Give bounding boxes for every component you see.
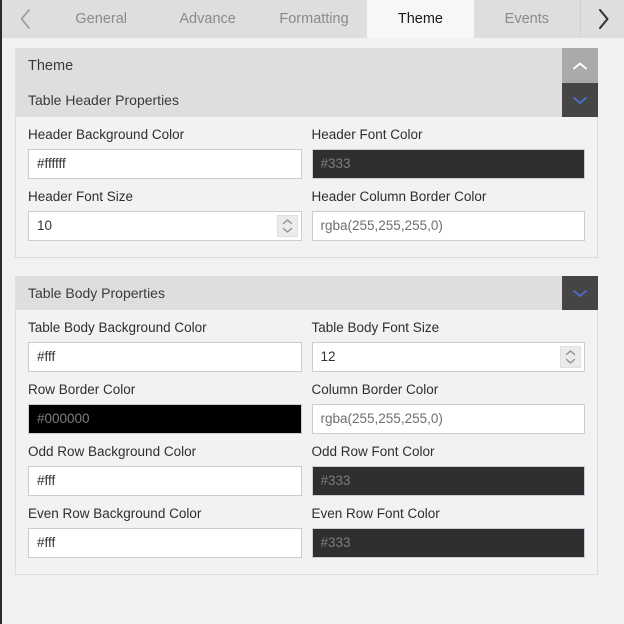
group-title: Table Body Properties	[28, 285, 165, 301]
field-label: Odd Row Font Color	[311, 443, 435, 459]
group-header[interactable]: Table Header Properties	[15, 83, 598, 117]
field-header-background-color: Header Background Color	[28, 127, 302, 179]
field-even-row-background-color: Even Row Background Color	[28, 506, 302, 558]
theme-settings-panel: General Advance Formatting Theme Events	[0, 0, 624, 624]
tab-formatting[interactable]: Formatting	[260, 0, 368, 38]
table-body-font-size-stepper[interactable]	[560, 345, 581, 368]
field-label: Even Row Font Color	[311, 505, 440, 521]
even-row-background-color-input[interactable]	[28, 527, 302, 558]
group-body: Header Background Color Header Font Colo…	[16, 117, 597, 257]
field-label: Header Background Color	[28, 127, 185, 142]
header-font-color-input[interactable]	[311, 148, 585, 179]
input-wrap	[311, 341, 585, 372]
tab-general[interactable]: General	[48, 0, 155, 38]
tab-bar: General Advance Formatting Theme Events	[2, 0, 624, 38]
field-header-font-size: Header Font Size	[28, 189, 302, 241]
header-font-size-input[interactable]	[28, 210, 302, 241]
input-wrap	[28, 148, 302, 179]
field-label: Even Row Background Color	[28, 505, 202, 521]
input-wrap	[28, 341, 302, 372]
field-row: Header Font Size 10 Header Column Border…	[28, 179, 585, 241]
input-wrap	[311, 465, 585, 496]
input-wrap	[311, 148, 585, 179]
stepper-down-icon	[282, 227, 292, 233]
group-header[interactable]: Table Body Properties	[15, 276, 598, 310]
input-wrap	[28, 465, 302, 496]
group-body: Table Body Background Color Table Body F…	[16, 310, 597, 574]
tab-label: General	[75, 11, 127, 27]
tab-events[interactable]: Events	[473, 0, 581, 38]
chevron-down-icon[interactable]	[562, 83, 598, 117]
header-background-color-input[interactable]	[28, 148, 302, 179]
chevron-left-icon[interactable]	[2, 0, 48, 38]
field-row: Odd Row Background Color Odd Row Font Co…	[28, 434, 585, 496]
chevron-right-icon[interactable]	[580, 0, 624, 38]
theme-accordion-title: Theme	[28, 58, 74, 74]
input-wrap	[28, 210, 302, 241]
field-row-border-color: Row Border Color	[28, 382, 302, 434]
theme-accordion: Theme	[15, 48, 598, 84]
tab-label: Theme	[397, 11, 443, 27]
chevron-up-icon[interactable]	[562, 48, 598, 84]
field-odd-row-background-color: Odd Row Background Color	[28, 444, 302, 496]
field-row: Even Row Background Color Even Row Font …	[28, 496, 585, 558]
tab-label: Advance	[179, 11, 236, 27]
input-wrap	[311, 527, 585, 558]
group-title: Table Header Properties	[28, 92, 179, 108]
field-label: Header Column Border Color	[311, 188, 487, 204]
stepper-up-icon	[282, 219, 292, 224]
tab-label: Events	[504, 11, 549, 27]
field-header-font-color: Header Font Color	[311, 127, 585, 179]
theme-accordion-header[interactable]: Theme	[15, 48, 598, 84]
tab-advance[interactable]: Advance	[154, 0, 261, 38]
field-table-body-background-color: Table Body Background Color	[28, 320, 302, 372]
table-body-background-color-input[interactable]	[28, 341, 302, 372]
settings-content: Theme Table Header Properties Header Bac…	[4, 38, 624, 624]
field-label: Table Body Background Color	[28, 320, 207, 335]
input-wrap	[28, 527, 302, 558]
field-label: Header Font Size	[28, 188, 134, 204]
field-column-border-color: Column Border Color	[311, 381, 585, 434]
tab-list: General Advance Formatting Theme Events	[48, 0, 581, 38]
field-odd-row-font-color: Odd Row Font Color	[311, 443, 585, 496]
chevron-down-icon[interactable]	[562, 276, 598, 310]
field-header-column-border-color: Header Column Border Color	[311, 188, 585, 241]
field-label: Odd Row Background Color	[28, 443, 197, 459]
group-table-body-properties: Table Body Properties Table Body Backgro…	[15, 276, 598, 575]
odd-row-font-color-input[interactable]	[311, 465, 585, 496]
field-even-row-font-color: Even Row Font Color	[311, 505, 585, 558]
group-table-header-properties: Table Header Properties Header Backgroun…	[15, 83, 598, 258]
field-label: Column Border Color	[311, 381, 439, 397]
even-row-font-color-input[interactable]	[311, 527, 585, 558]
tab-label: Formatting	[279, 11, 349, 27]
field-row: Header Background Color Header Font Colo…	[28, 117, 585, 179]
column-border-color-input[interactable]	[311, 403, 585, 434]
header-font-size-stepper[interactable]	[276, 214, 298, 237]
field-table-body-font-size: Table Body Font Size	[311, 320, 585, 372]
field-label: Table Body Font Size	[311, 320, 440, 335]
input-wrap	[311, 210, 585, 241]
row-border-color-input[interactable]	[28, 403, 302, 434]
input-wrap	[28, 403, 302, 434]
stepper-up-icon	[565, 350, 576, 356]
field-label: Row Border Color	[28, 381, 136, 397]
stepper-down-icon	[565, 358, 576, 364]
table-body-font-size-input[interactable]	[311, 341, 585, 372]
tab-theme[interactable]: Theme	[367, 0, 474, 38]
header-column-border-color-input[interactable]	[311, 210, 585, 241]
odd-row-background-color-input[interactable]	[28, 465, 302, 496]
field-row: Row Border Color Column Border Color	[28, 372, 585, 434]
input-wrap	[311, 403, 585, 434]
field-row: Table Body Background Color Table Body F…	[28, 310, 585, 372]
field-label: Header Font Color	[311, 127, 423, 142]
